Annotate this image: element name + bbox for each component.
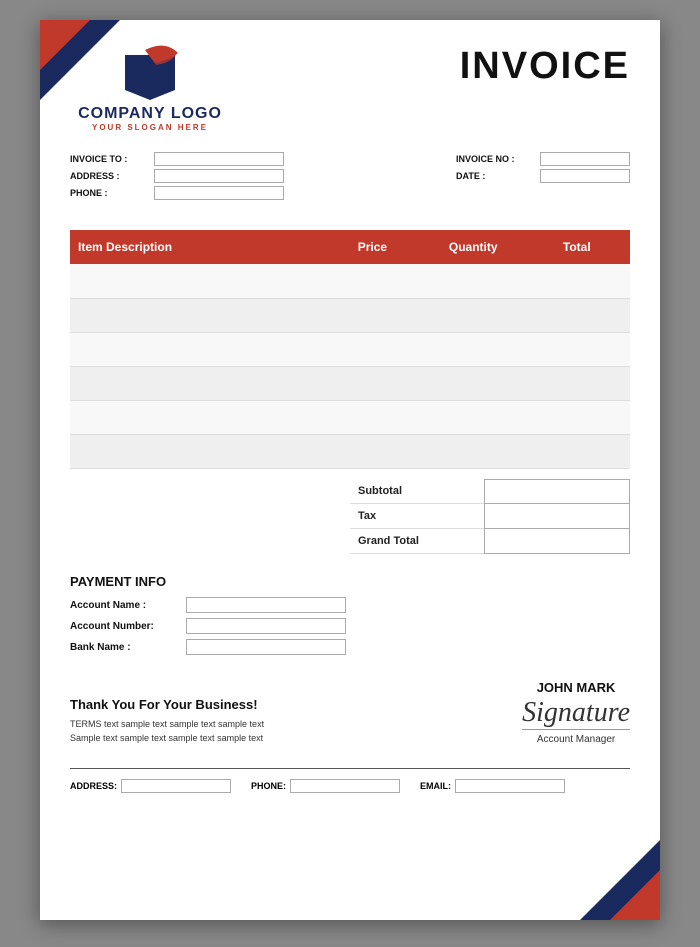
corner-decoration-bottom-right	[580, 840, 660, 920]
grand-total-label: Grand Total	[350, 529, 484, 554]
invoice-no-input[interactable]	[540, 152, 630, 166]
date-label: DATE :	[456, 171, 536, 181]
account-number-label: Account Number:	[70, 621, 180, 632]
invoice-info-section: INVOICE TO : ADDRESS : PHONE : INVOICE N…	[40, 147, 660, 215]
footer-bar: ADDRESS: PHONE: EMAIL:	[40, 774, 660, 808]
phone-label: PHONE :	[70, 188, 150, 198]
logo-area: COMPANY LOGO YOUR SLOGAN HERE	[70, 45, 230, 132]
invoice-no-row: INVOICE NO :	[456, 152, 630, 166]
invoice-to-row: INVOICE TO :	[70, 152, 284, 166]
tax-label: Tax	[350, 504, 484, 529]
invoice-to-input[interactable]	[154, 152, 284, 166]
table-row	[70, 434, 630, 468]
footer-divider	[70, 768, 630, 769]
invoice-table: Item Description Price Quantity Total	[70, 230, 630, 469]
account-name-row: Account Name :	[70, 597, 630, 613]
table-section: Item Description Price Quantity Total	[40, 215, 660, 479]
invoice-no-label: INVOICE NO :	[456, 154, 536, 164]
thank-you-area: Thank You For Your Business! TERMS text …	[70, 697, 264, 745]
payment-title: PAYMENT INFO	[70, 574, 630, 589]
phone-row: PHONE :	[70, 186, 284, 200]
invoice-page: ✏️ Designers Joint COMPANY LOGO YOUR SLO…	[40, 20, 660, 920]
invoice-to-label: INVOICE TO :	[70, 154, 150, 164]
table-row	[70, 366, 630, 400]
table-header-row: Item Description Price Quantity Total	[70, 230, 630, 264]
table-row	[70, 332, 630, 366]
company-name: COMPANY LOGO	[78, 105, 222, 123]
bank-name-row: Bank Name :	[70, 639, 630, 655]
totals-section: Subtotal Tax Grand Total	[40, 479, 660, 555]
terms-line2: Sample text sample text sample text samp…	[70, 732, 264, 746]
col-header-description: Item Description	[70, 230, 322, 264]
footer-email-input[interactable]	[455, 779, 565, 793]
account-number-input[interactable]	[186, 618, 346, 634]
subtotal-value[interactable]	[484, 479, 629, 504]
company-slogan: YOUR SLOGAN HERE	[92, 123, 208, 132]
col-header-quantity: Quantity	[423, 230, 524, 264]
grand-total-row: Grand Total	[350, 529, 630, 554]
table-row	[70, 264, 630, 298]
table-row	[70, 400, 630, 434]
footer-email-field: EMAIL:	[420, 779, 565, 793]
signer-name: JOHN MARK	[522, 680, 630, 695]
header-section: COMPANY LOGO YOUR SLOGAN HERE INVOICE	[40, 20, 660, 147]
terms-line1: TERMS text sample text sample text sampl…	[70, 718, 264, 732]
company-logo-icon	[120, 45, 180, 100]
account-number-row: Account Number:	[70, 618, 630, 634]
footer-phone-label: PHONE:	[251, 781, 286, 791]
invoice-info-right: INVOICE NO : DATE :	[456, 152, 630, 200]
phone-input[interactable]	[154, 186, 284, 200]
footer-phone-field: PHONE:	[251, 779, 400, 793]
date-row: DATE :	[456, 169, 630, 183]
signer-title: Account Manager	[522, 729, 630, 745]
footer-address-input[interactable]	[121, 779, 231, 793]
signature-area: JOHN MARK Signature Account Manager	[522, 680, 630, 745]
address-label: ADDRESS :	[70, 171, 150, 181]
address-input[interactable]	[154, 169, 284, 183]
col-header-total: Total	[524, 230, 630, 264]
tax-value[interactable]	[484, 504, 629, 529]
subtotal-row: Subtotal	[350, 479, 630, 504]
grand-total-value[interactable]	[484, 529, 629, 554]
subtotal-label: Subtotal	[350, 479, 484, 504]
footer-phone-input[interactable]	[290, 779, 400, 793]
col-header-price: Price	[322, 230, 423, 264]
bank-name-label: Bank Name :	[70, 642, 180, 653]
date-input[interactable]	[540, 169, 630, 183]
footer-email-label: EMAIL:	[420, 781, 451, 791]
tax-row: Tax	[350, 504, 630, 529]
signature-image: Signature	[522, 699, 630, 727]
account-name-input[interactable]	[186, 597, 346, 613]
bottom-section: Thank You For Your Business! TERMS text …	[40, 670, 660, 760]
invoice-info-left: INVOICE TO : ADDRESS : PHONE :	[70, 152, 284, 200]
address-row: ADDRESS :	[70, 169, 284, 183]
payment-section: PAYMENT INFO Account Name : Account Numb…	[40, 554, 660, 670]
table-row	[70, 298, 630, 332]
totals-table: Subtotal Tax Grand Total	[350, 479, 630, 555]
invoice-title: INVOICE	[460, 45, 630, 88]
account-name-label: Account Name :	[70, 600, 180, 611]
thank-you-text: Thank You For Your Business!	[70, 697, 264, 712]
bank-name-input[interactable]	[186, 639, 346, 655]
footer-address-label: ADDRESS:	[70, 781, 117, 791]
footer-address-field: ADDRESS:	[70, 779, 231, 793]
